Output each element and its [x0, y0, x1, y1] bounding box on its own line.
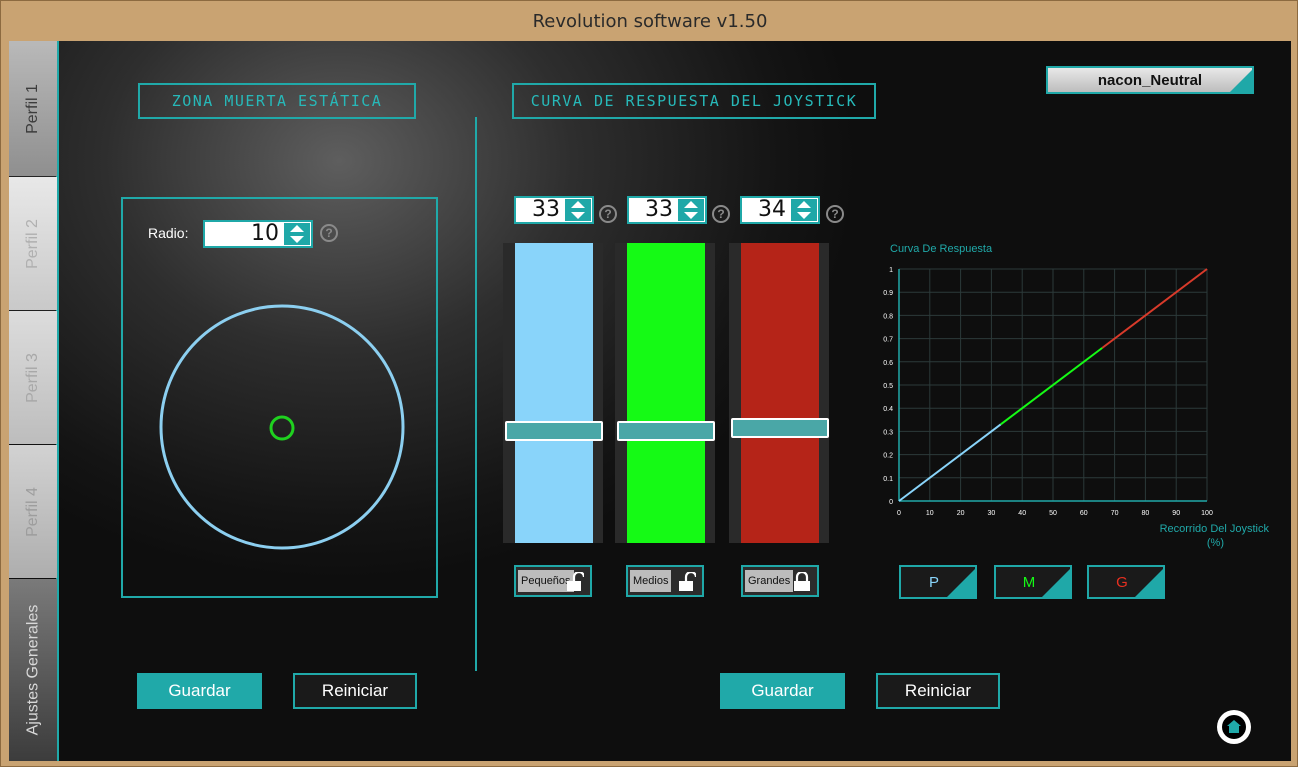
x-tick-label: 0: [897, 510, 901, 517]
small-slider-fill: [515, 243, 593, 543]
medium-value[interactable]: 33: [629, 198, 677, 222]
curve-reset-button[interactable]: Reiniciar: [876, 673, 1000, 709]
deadzone-preview: [159, 304, 405, 550]
large-slider[interactable]: [729, 243, 829, 543]
y-tick-label: 0.8: [883, 313, 893, 320]
stepper-arrows-icon[interactable]: [284, 223, 310, 245]
x-tick-label: 30: [988, 510, 996, 517]
sidebar-tab-label: Perfil 3: [24, 352, 42, 403]
sidebar-tab-perfil-1[interactable]: Perfil 1: [9, 41, 57, 176]
chart-xunit: (%): [1206, 537, 1224, 549]
window-title: Revolution software v1.50: [532, 10, 768, 32]
deadzone-inner-dot: [269, 415, 295, 441]
help-icon[interactable]: ?: [320, 224, 338, 242]
chart-title: Curva De Respuesta: [890, 243, 993, 255]
radio-stepper[interactable]: 10: [203, 220, 313, 248]
sidebar-tab-perfil-3[interactable]: Perfil 3: [9, 311, 57, 444]
title-bar: Revolution software v1.50: [1, 1, 1298, 41]
medium-slider-fill: [627, 243, 705, 543]
y-tick-label: 0: [889, 499, 893, 506]
sidebar-tab-label: Perfil 4: [24, 486, 42, 537]
x-tick-label: 20: [957, 510, 965, 517]
unlocked-icon: [679, 572, 696, 591]
sidebar: Perfil 1 Perfil 2 Perfil 3 Perfil 4 Ajus…: [9, 41, 59, 761]
home-button[interactable]: [1217, 710, 1251, 744]
small-slider[interactable]: [503, 243, 603, 543]
stepper-arrows-icon[interactable]: [565, 199, 591, 221]
sidebar-tab-label: Perfil 2: [24, 218, 42, 269]
sidebar-tab-perfil-2[interactable]: Perfil 2: [9, 177, 57, 310]
medium-slider[interactable]: [615, 243, 715, 543]
large-value[interactable]: 34: [742, 198, 790, 222]
x-tick-label: 100: [1201, 510, 1213, 517]
unlocked-icon: [567, 572, 584, 591]
curve-button-p[interactable]: P: [899, 565, 977, 599]
radio-label: Radio:: [148, 225, 189, 241]
x-tick-label: 60: [1080, 510, 1088, 517]
y-tick-label: 1: [889, 267, 893, 274]
curve-button-label: M: [1022, 573, 1036, 591]
medium-lock-button[interactable]: Medios: [626, 565, 704, 597]
help-icon[interactable]: ?: [826, 205, 844, 223]
help-icon[interactable]: ?: [599, 205, 617, 223]
stepper-arrows-icon[interactable]: [791, 199, 817, 221]
deadzone-outer-ring: [159, 304, 405, 550]
large-stepper[interactable]: 34: [740, 196, 820, 224]
curve-button-g[interactable]: G: [1087, 565, 1165, 599]
sidebar-tab-ajustes-generales[interactable]: Ajustes Generales: [9, 579, 57, 761]
series-line-0: [898, 423, 1002, 502]
x-tick-label: 90: [1172, 510, 1180, 517]
y-tick-label: 0.7: [883, 337, 893, 344]
x-tick-label: 70: [1111, 510, 1119, 517]
locked-icon: [794, 572, 810, 591]
deadzone-title: ZONA MUERTA ESTÁTICA: [138, 83, 416, 119]
deadzone-reset-button[interactable]: Reiniciar: [293, 673, 417, 709]
sidebar-tab-label: Perfil 1: [24, 83, 42, 134]
response-curve-title: CURVA DE RESPUESTA DEL JOYSTICK: [512, 83, 876, 119]
section-divider: [475, 117, 477, 671]
large-slider-fill: [741, 243, 819, 543]
sidebar-tab-label: Ajustes Generales: [24, 604, 42, 736]
home-icon: [1222, 715, 1246, 739]
y-tick-label: 0.6: [883, 360, 893, 367]
profile-select-value: nacon_Neutral: [1097, 71, 1203, 89]
y-tick-label: 0.3: [883, 429, 893, 436]
x-tick-label: 80: [1142, 510, 1150, 517]
stepper-arrows-icon[interactable]: [678, 199, 704, 221]
medium-slider-thumb[interactable]: [617, 421, 715, 441]
small-lock-button[interactable]: Pequeños: [514, 565, 592, 597]
x-tick-label: 10: [926, 510, 934, 517]
y-tick-label: 0.9: [883, 290, 893, 297]
sidebar-tab-perfil-4[interactable]: Perfil 4: [9, 445, 57, 578]
y-tick-label: 0.2: [883, 453, 893, 460]
deadzone-save-button[interactable]: Guardar: [137, 673, 262, 709]
chart-xlabel: Recorrido Del Joystick: [1159, 523, 1269, 535]
series-line-1: [1000, 347, 1103, 426]
series-line-2: [1101, 268, 1208, 349]
small-slider-thumb[interactable]: [505, 421, 603, 441]
window-frame: Revolution software v1.50 Perfil 1 Perfi…: [0, 0, 1298, 767]
x-tick-label: 40: [1018, 510, 1026, 517]
medium-stepper[interactable]: 33: [627, 196, 707, 224]
radio-value[interactable]: 10: [205, 222, 283, 246]
small-stepper[interactable]: 33: [514, 196, 594, 224]
y-tick-label: 0.4: [883, 406, 893, 413]
app-area: Perfil 1 Perfil 2 Perfil 3 Perfil 4 Ajus…: [9, 41, 1291, 761]
medium-lock-label: Medios: [630, 570, 672, 592]
y-tick-label: 0.1: [883, 476, 893, 483]
small-value[interactable]: 33: [516, 198, 564, 222]
curve-button-m[interactable]: M: [994, 565, 1072, 599]
large-lock-label: Grandes: [745, 570, 794, 592]
large-lock-button[interactable]: Grandes: [741, 565, 819, 597]
help-icon[interactable]: ?: [712, 205, 730, 223]
curve-button-label: G: [1116, 573, 1128, 591]
curve-save-button[interactable]: Guardar: [720, 673, 845, 709]
y-tick-label: 0.5: [883, 383, 893, 390]
curve-button-label: P: [928, 573, 939, 591]
x-tick-label: 50: [1049, 510, 1057, 517]
profile-select[interactable]: nacon_Neutral: [1046, 66, 1254, 94]
response-curve-chart: 0 10 20 30 40 50 60 70 80 90 100 0 0.1 0.2 0.3 0.4 0.5 0.…: [883, 267, 1213, 517]
large-slider-thumb[interactable]: [731, 418, 829, 438]
